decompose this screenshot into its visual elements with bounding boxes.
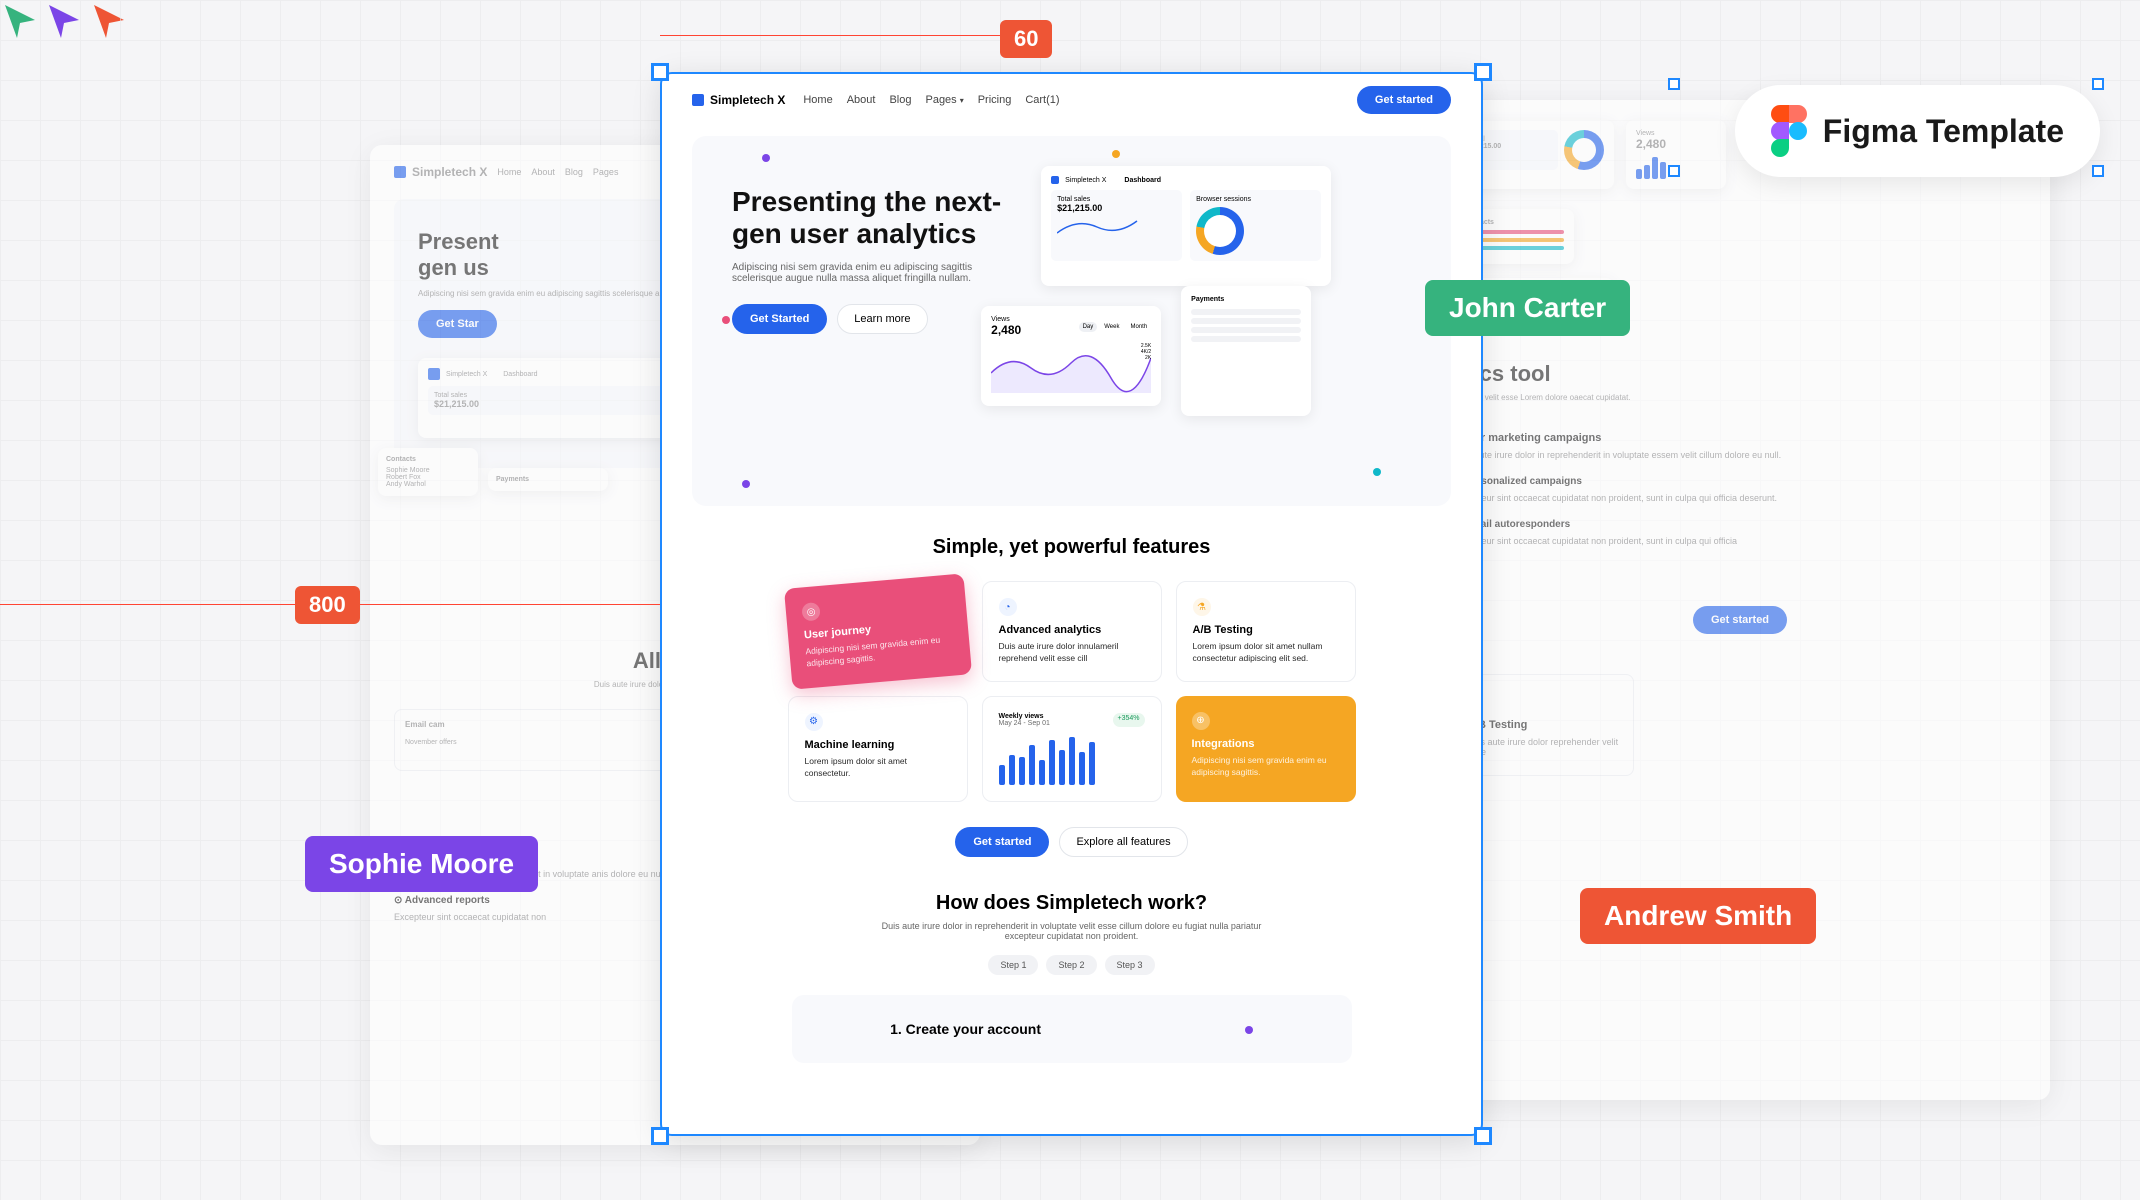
background-frame-right: Total21,215.00 Views 2,480 Contacts View… [1430,100,2050,1100]
growth-badge: +354% [1113,713,1145,727]
selection-handle[interactable] [1668,78,1680,90]
cursor-arrow-icon [89,0,129,40]
bg-cta-button: Get started [1693,606,1787,634]
nav-cta-button[interactable]: Get started [1357,86,1451,114]
nav-link-about[interactable]: About [847,94,876,106]
views-mock: Views 2,480 Day Week Month 2.5 [981,306,1161,406]
cursor-badge-john: John Carter [1425,280,1630,336]
measurement-badge-top: 60 [1000,20,1052,58]
selection-handle[interactable] [1668,165,1680,177]
decorative-dot [1373,468,1381,476]
hero-section: Presenting the next- gen user analytics … [692,136,1451,506]
chevron-down-icon: ▾ [960,96,964,105]
resize-handle-nw[interactable] [651,63,669,81]
nav-link-blog[interactable]: Blog [889,94,911,106]
feature-card-chart[interactable]: Weekly views May 24 - Sep 01 +354% [982,696,1162,802]
flask-icon: ⚗ [1193,598,1211,616]
resize-handle-se[interactable] [1474,1127,1492,1145]
nav-bar: Simpletech X Home About Blog Pages▾ Pric… [662,74,1481,126]
cursor-badge-andrew: Andrew Smith [1580,888,1816,944]
hero-title: Presenting the next- gen user analytics [732,186,1001,250]
features-cta-row: Get started Explore all features [662,827,1481,857]
link-icon: ⊕ [1192,712,1210,730]
contacts-row-mock: Payments [1181,286,1311,416]
nav-link-pricing[interactable]: Pricing [978,94,1012,106]
main-frame[interactable]: Simpletech X Home About Blog Pages▾ Pric… [660,72,1483,1136]
hero-subtitle: Adipiscing nisi sem gravida enim eu adip… [732,262,992,284]
decorative-dot [722,316,730,324]
feature-card-ml[interactable]: ⚙ Machine learning Lorem ipsum dolor sit… [788,696,968,802]
hero-learn-more-button[interactable]: Learn more [837,304,927,334]
selection-handle[interactable] [2092,78,2104,90]
step-tab-3[interactable]: Step 3 [1105,955,1155,975]
cursor-arrow-icon [0,0,40,40]
decorative-dot [742,480,750,488]
nav-link-home[interactable]: Home [803,94,832,106]
bar-chart-icon [999,735,1145,785]
resize-handle-ne[interactable] [1474,63,1492,81]
features-get-started-button[interactable]: Get started [955,827,1049,857]
decorative-dot [762,154,770,162]
gear-icon: ⚙ [805,713,823,731]
selection-handle[interactable] [2092,165,2104,177]
hero-get-started-button[interactable]: Get Started [732,304,827,334]
brand-name: Simpletech X [710,93,785,107]
step-card: 1. Create your account [792,995,1352,1063]
how-heading: How does Simpletech work? [692,892,1451,915]
hero-mockups: Simpletech X Dashboard Total sales $21,2… [1021,186,1411,446]
decorative-dot [1112,150,1120,158]
feature-card-ab-testing[interactable]: ⚗ A/B Testing Lorem ipsum dolor sit amet… [1176,581,1356,682]
compass-icon: ◎ [801,602,821,622]
measurement-badge-left: 800 [295,586,360,624]
measurement-guide-top [660,35,1015,36]
features-heading: Simple, yet powerful features [662,536,1481,559]
figma-template-badge[interactable]: Figma Template [1735,85,2100,177]
nav-link-pages[interactable]: Pages▾ [925,94,963,106]
feature-card-analytics[interactable]: ◔ Advanced analytics Duis aute irure dol… [982,581,1162,682]
features-explore-button[interactable]: Explore all features [1059,827,1187,857]
how-subtitle: Duis aute irure dolor in reprehenderit i… [882,921,1262,941]
cursor-arrow-icon [44,0,84,40]
resize-handle-sw[interactable] [651,1127,669,1145]
bg-get-started-button: Get Star [418,310,497,338]
decorative-dot [1245,1026,1253,1034]
brand-logo[interactable]: Simpletech X [692,93,785,107]
figma-logo-icon [1771,105,1807,157]
logo-mark-icon [692,94,704,106]
step-tab-1[interactable]: Step 1 [988,955,1038,975]
nav-link-cart[interactable]: Cart(1) [1025,94,1059,106]
step-tab-2[interactable]: Step 2 [1046,955,1096,975]
cursor-badge-sophie: Sophie Moore [305,836,538,892]
how-section: How does Simpletech work? Duis aute irur… [662,882,1481,1073]
pie-chart-icon: ◔ [999,598,1017,616]
feature-card-integrations[interactable]: ⊕ Integrations Adipiscing nisi sem gravi… [1176,696,1356,802]
features-grid: ◎ User journey Adipiscing nisi sem gravi… [662,581,1481,802]
feature-card-user-journey[interactable]: ◎ User journey Adipiscing nisi sem gravi… [783,573,971,689]
figma-template-label: Figma Template [1823,113,2064,150]
dashboard-mock: Simpletech X Dashboard Total sales $21,2… [1041,166,1331,286]
